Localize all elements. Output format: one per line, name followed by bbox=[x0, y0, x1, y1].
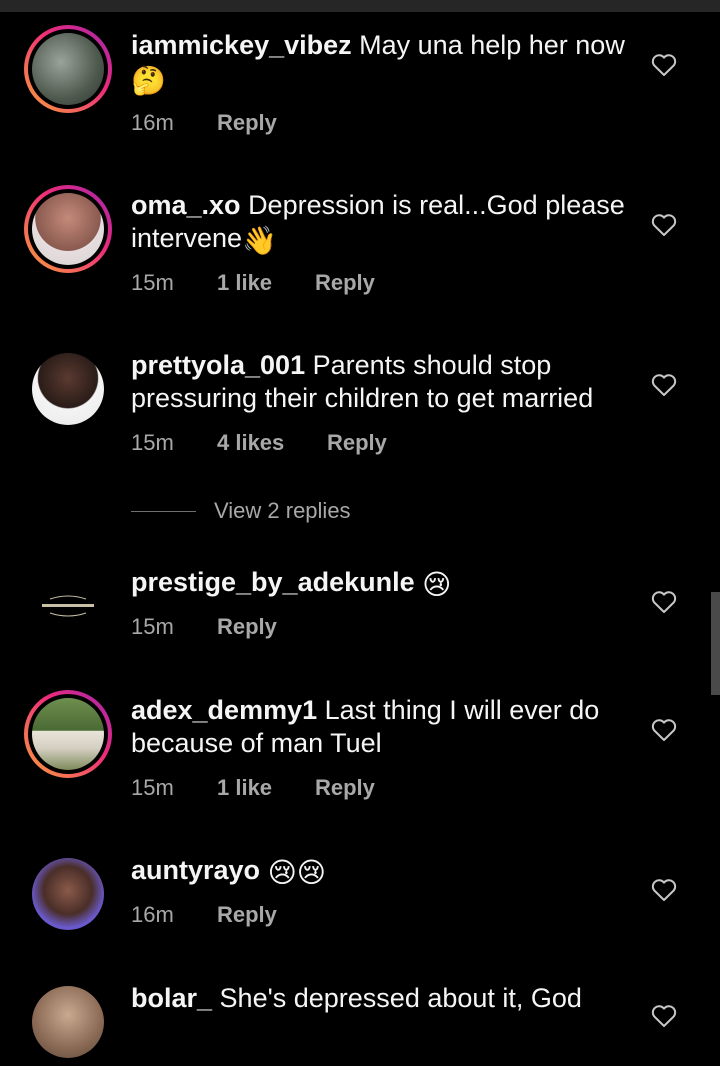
reply-button[interactable]: Reply bbox=[327, 430, 387, 456]
reply-button[interactable]: Reply bbox=[315, 270, 375, 296]
scrollbar[interactable] bbox=[711, 592, 720, 695]
comment-time: 15m bbox=[131, 430, 174, 455]
brand-logo bbox=[42, 595, 94, 617]
comment-username[interactable]: adex_demmy1 bbox=[131, 695, 317, 725]
comment-time: 16m bbox=[131, 902, 174, 927]
reply-button[interactable]: Reply bbox=[315, 775, 375, 801]
reply-button[interactable]: Reply bbox=[217, 110, 277, 136]
avatar[interactable] bbox=[24, 562, 112, 650]
comment-username[interactable]: auntyrayo bbox=[131, 855, 260, 885]
comment-text: She's depressed about it, God bbox=[219, 983, 582, 1013]
comment-time: 16m bbox=[131, 110, 174, 135]
heart-icon[interactable] bbox=[651, 878, 677, 902]
heart-icon[interactable] bbox=[651, 53, 677, 77]
crying-face-emoji: 😢😢 bbox=[267, 857, 326, 888]
comment-text: May una help her now bbox=[359, 30, 625, 60]
comment-time: 15m bbox=[131, 775, 174, 800]
heart-icon[interactable] bbox=[651, 213, 677, 237]
comment-username[interactable]: prettyola_001 bbox=[131, 350, 305, 380]
comment-username[interactable]: oma_.xo bbox=[131, 190, 241, 220]
reply-button[interactable]: Reply bbox=[217, 614, 277, 640]
waving-hand-emoji: 👋 bbox=[242, 225, 277, 256]
avatar[interactable] bbox=[24, 25, 112, 113]
thinking-face-emoji: 🤔 bbox=[131, 65, 166, 96]
avatar[interactable] bbox=[24, 978, 112, 1066]
avatar[interactable] bbox=[24, 690, 112, 778]
heart-icon[interactable] bbox=[651, 590, 677, 614]
avatar[interactable] bbox=[24, 850, 112, 938]
comment-username[interactable]: iammickey_vibez bbox=[131, 30, 352, 60]
like-count[interactable]: 1 like bbox=[217, 775, 315, 801]
comment-username[interactable]: prestige_by_adekunle bbox=[131, 567, 415, 597]
divider bbox=[131, 510, 196, 512]
reply-button[interactable]: Reply bbox=[217, 902, 277, 928]
like-count[interactable]: 1 like bbox=[217, 270, 315, 296]
avatar[interactable] bbox=[24, 185, 112, 273]
view-replies-button[interactable]: View 2 replies bbox=[131, 498, 351, 524]
heart-icon[interactable] bbox=[651, 373, 677, 397]
crying-face-emoji: 😢 bbox=[422, 569, 452, 600]
heart-icon[interactable] bbox=[651, 718, 677, 742]
comment-time: 15m bbox=[131, 614, 174, 639]
heart-icon[interactable] bbox=[651, 1004, 677, 1028]
avatar[interactable] bbox=[24, 345, 112, 433]
top-status-bar bbox=[0, 0, 720, 12]
comment-time: 15m bbox=[131, 270, 174, 295]
view-replies-label[interactable]: View 2 replies bbox=[214, 498, 351, 524]
like-count[interactable]: 4 likes bbox=[217, 430, 327, 456]
comment-username[interactable]: bolar_ bbox=[131, 983, 212, 1013]
